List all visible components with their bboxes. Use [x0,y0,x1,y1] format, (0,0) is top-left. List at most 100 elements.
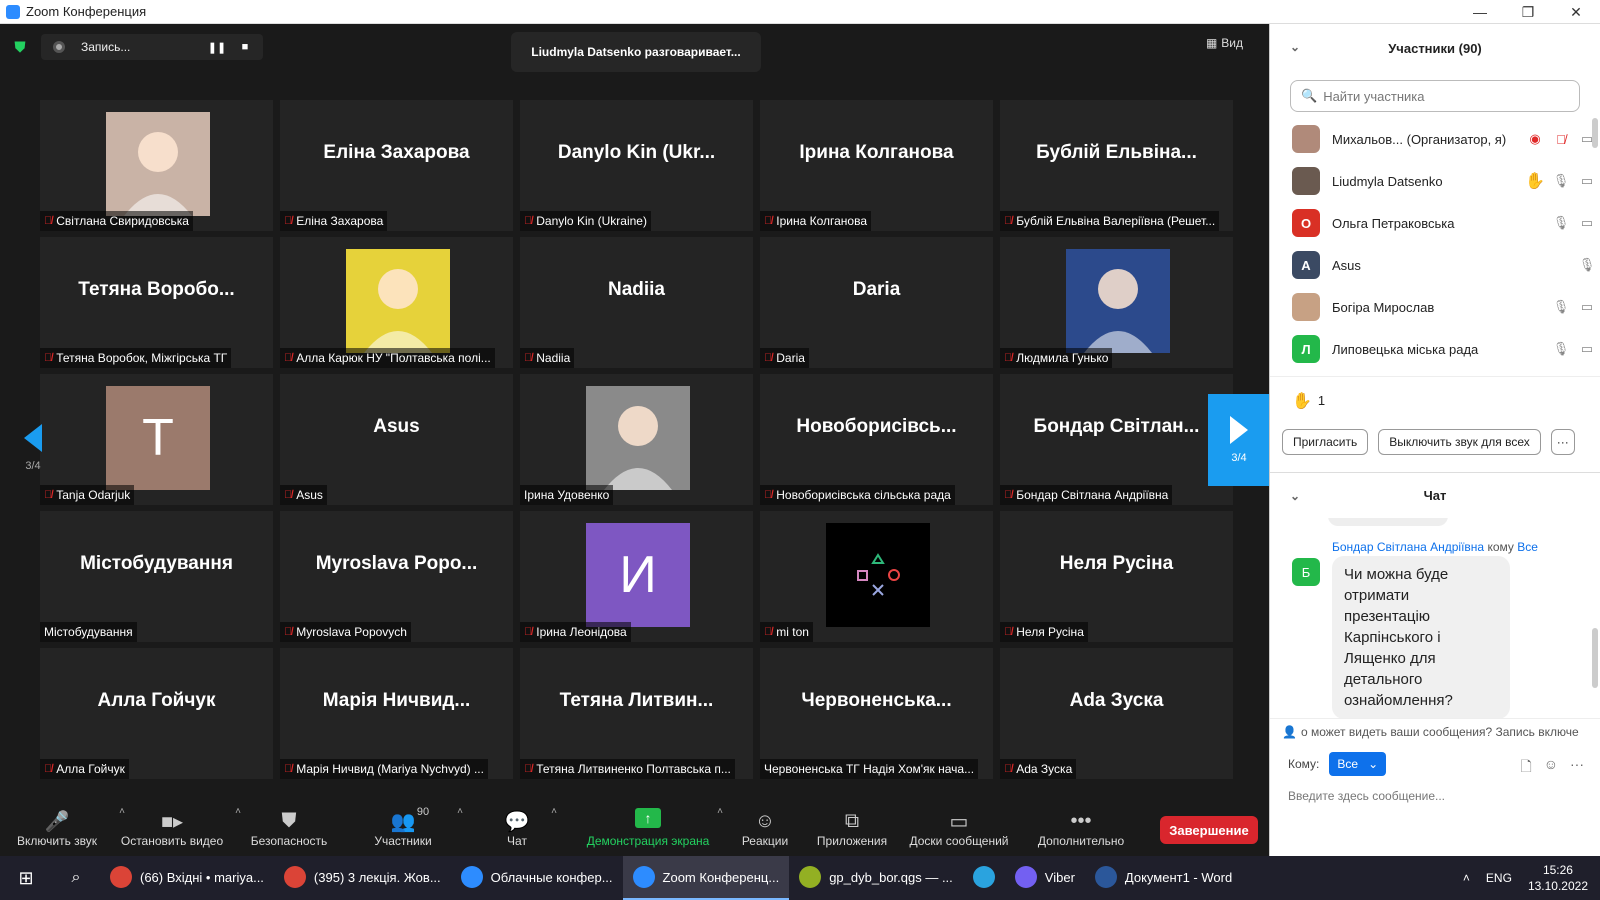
previous-page-button[interactable]: 3/4 [3,402,63,494]
video-tile[interactable]: Nadiia 🎙̸ Nadiia [520,237,753,368]
chat-recipient-row: Кому: Все ⌄ 🗋 ☺ ··· [1270,744,1600,784]
whiteboard-icon: ▭ [949,810,969,833]
chat-input-tools: 🗋 ☺ ··· [1520,756,1584,780]
chat-messages: Бондар Світлана Андріївна кому Все Б Чи … [1270,518,1600,718]
video-tile[interactable]: Новоборисівсь... 🎙̸ Новоборисівська сільсь… [760,374,993,505]
participants-button[interactable]: 👥 90 Участники ˄ [345,800,463,856]
video-tile[interactable]: Тетяна Воробо... 🎙̸ Тетяна Воробок, Міжгір… [40,237,273,368]
participant-name-label: 🎙̸ Бублій Ельвіна Валеріївна (Решет... [1000,211,1220,231]
collapse-chevron-icon[interactable]: ⌄ [1290,40,1300,54]
participant-row-name: Ольга Петраковська [1332,215,1455,231]
participant-row[interactable]: О Ольга Петраковська 🎙 ▭ [1270,202,1600,244]
camera-icon: ▭ [1580,299,1594,314]
close-button[interactable]: ✕ [1552,0,1600,24]
muted-microphone-icon: 🎙̸ [284,215,293,227]
video-tile[interactable]: Myroslava Popo... 🎙̸ Myroslava Popovych [280,511,513,642]
video-tile[interactable]: Марія Ничвид... 🎙̸ Марія Ничвид (Mariya Ny… [280,648,513,779]
restore-button[interactable]: ❐ [1504,0,1552,24]
participants-more-button[interactable]: ··· [1550,429,1575,455]
video-tile[interactable]: Тетяна Литвин... 🎙̸ Тетяна Литвиненко Полт… [520,648,753,779]
participant-search-input[interactable]: 🔍 Найти участника [1290,80,1580,112]
video-tile[interactable]: Бондар Світлан... 🎙̸ Бондар Світлана Андрі… [1000,374,1233,505]
video-tile[interactable]: Червоненська... Червоненська ТГ Надія Хом… [760,648,993,779]
video-tile[interactable]: Бублій Ельвіна... 🎙̸ Бублій Ельвіна Валері… [1000,100,1233,231]
participant-row[interactable]: Liudmyla Datsenko ✋ 🎙 ▭ [1270,160,1600,202]
more-button[interactable]: ••• Дополнительно [1021,800,1141,856]
chat-more-icon[interactable]: ··· [1570,756,1584,780]
recipient-dropdown[interactable]: Все ⌄ [1329,752,1387,776]
mute-all-button[interactable]: Выключить звук для всех [1378,429,1541,455]
share-screen-button[interactable]: ↑ Демонстрация экрана ˄ [573,800,723,856]
participant-display-name: Неля Русіна [1059,553,1174,574]
reactions-button[interactable]: ☺ Реакции [723,800,807,856]
taskbar-app-button[interactable]: Zoom Конференц... [622,856,790,900]
video-tile[interactable]: Неля Русіна 🎙̸ Неля Русіна [1000,511,1233,642]
chat-message-input[interactable]: Введите здесь сообщение... [1270,784,1600,808]
language-indicator[interactable]: ENG [1486,871,1512,885]
encryption-shield-icon[interactable]: ⛊ [11,38,29,56]
video-tile[interactable]: Алла Гойчук 🎙̸ Алла Гойчук [40,648,273,779]
participant-name-label: 🎙̸ Тетяна Литвиненко Полтавська п... [520,759,735,779]
taskbar-app-label: (66) Вхідні • mariya... [140,869,264,885]
chat-scrollbar[interactable] [1592,628,1598,688]
participant-row[interactable]: Л Липовецька міська рада 🎙 ▭ [1270,328,1600,370]
participant-name: Червоненська ТГ Надія Хом'як нача... [764,762,975,776]
apps-label: Приложения [816,834,888,848]
video-tile[interactable]: 🎙̸ Людмила Гунько [1000,237,1233,368]
minimize-button[interactable]: — [1456,0,1504,24]
participant-row[interactable]: Богіра Мирослав 🎙 ▭ [1270,286,1600,328]
video-tile[interactable]: Daria 🎙̸ Daria [760,237,993,368]
video-tile[interactable]: Asus 🎙̸ Asus [280,374,513,505]
security-button[interactable]: ⛊ Безопасность [233,800,345,856]
invite-button[interactable]: Пригласить [1282,429,1369,455]
video-tile[interactable]: Містобудування Містобудування [40,511,273,642]
stop-recording-button[interactable]: ■ [235,37,255,57]
app-icon [799,866,822,888]
video-tile[interactable]: Ada Зуска 🎙̸ Ada Зуска [1000,648,1233,779]
taskbar-app-button[interactable]: Документ1 - Word [1085,856,1242,900]
view-button[interactable]: ▦ Вид [1206,36,1243,50]
taskbar-search-icon[interactable]: ⌕ [52,869,100,887]
taskbar-app-label: Документ1 - Word [1124,869,1233,885]
participant-name: Алла Гойчук [56,762,125,776]
collapse-chat-chevron-icon[interactable]: ⌄ [1290,489,1300,503]
participant-name: Новоборисівська сільська рада [776,488,951,502]
share-screen-arrow-icon: ↑ [635,808,661,828]
emoji-icon[interactable]: ☺ [1544,756,1558,780]
video-tile[interactable]: 🎙̸ Алла Карюк НУ "Полтавська полі... [280,237,513,368]
participant-row[interactable]: A Asus 🎙 [1270,244,1600,286]
video-tile[interactable]: И 🎙̸ Ірина Леонідова [520,511,753,642]
taskbar-app-button[interactable]: gp_dyb_bor.qgs — ... [789,856,963,900]
apps-button[interactable]: ⧉ Приложения [807,800,897,856]
video-tile[interactable]: Ірина Колганова 🎙̸ Ірина Колганова [760,100,993,231]
taskbar-clock[interactable]: 15:26 13.10.2022 [1528,862,1588,894]
video-tile[interactable]: Ірина Удовенко [520,374,753,505]
chat-button[interactable]: 💬 Чат ˄ [461,800,573,856]
video-tile[interactable]: Еліна Захарова 🎙̸ Еліна Захарова [280,100,513,231]
chat-visibility-notice[interactable]: 👤 о может видеть ваши сообщения? Запись … [1270,718,1600,744]
taskbar-app-button[interactable]: Облачные конфер... [451,856,623,900]
taskbar-app-button[interactable] [963,856,1005,900]
taskbar-app-button[interactable]: Viber [1005,856,1085,900]
taskbar-app-button[interactable]: (66) Вхідні • mariya... [100,856,274,900]
taskbar-app-button[interactable]: (395) 3 лекція. Жов... [274,856,451,900]
pause-recording-button[interactable]: ❚❚ [207,37,227,57]
video-tile[interactable]: 🎙̸ Світлана Свиридовська [40,100,273,231]
whiteboards-button[interactable]: ▭ Доски сообщений [897,800,1021,856]
stop-video-button[interactable]: ■▸ Остановить видео ˄ [111,800,241,856]
grid-view-icon: ▦ [1205,36,1218,50]
end-meeting-button[interactable]: Завершение [1160,816,1258,844]
windows-start-icon[interactable]: ⊞ [0,868,52,889]
video-tile[interactable]: 🎙̸ mi ton [760,511,993,642]
tray-chevron-up-icon[interactable]: ˄ [1463,871,1470,885]
message-sender[interactable]: Бондар Світлана Андріївна [1332,540,1484,554]
video-tile[interactable]: T 🎙̸ Tanja Odarjuk [40,374,273,505]
participant-row[interactable]: Михальов... (Организатор, я) ◉ 🎙̸ ▭ [1270,118,1600,160]
chat-options-chevron-icon[interactable]: ˄ [551,806,557,817]
file-icon[interactable]: 🗋 [1520,756,1531,780]
unmute-button[interactable]: 🎤 Включить звук ˄ [3,800,125,856]
video-tile[interactable]: Danylo Kin (Ukr... 🎙̸ Danylo Kin (Ukraine) [520,100,753,231]
participant-name-label: 🎙̸ Алла Карюк НУ "Полтавська полі... [280,348,495,368]
sender-avatar: Б [1292,558,1320,586]
next-page-button[interactable]: 3/4 [1208,394,1270,486]
